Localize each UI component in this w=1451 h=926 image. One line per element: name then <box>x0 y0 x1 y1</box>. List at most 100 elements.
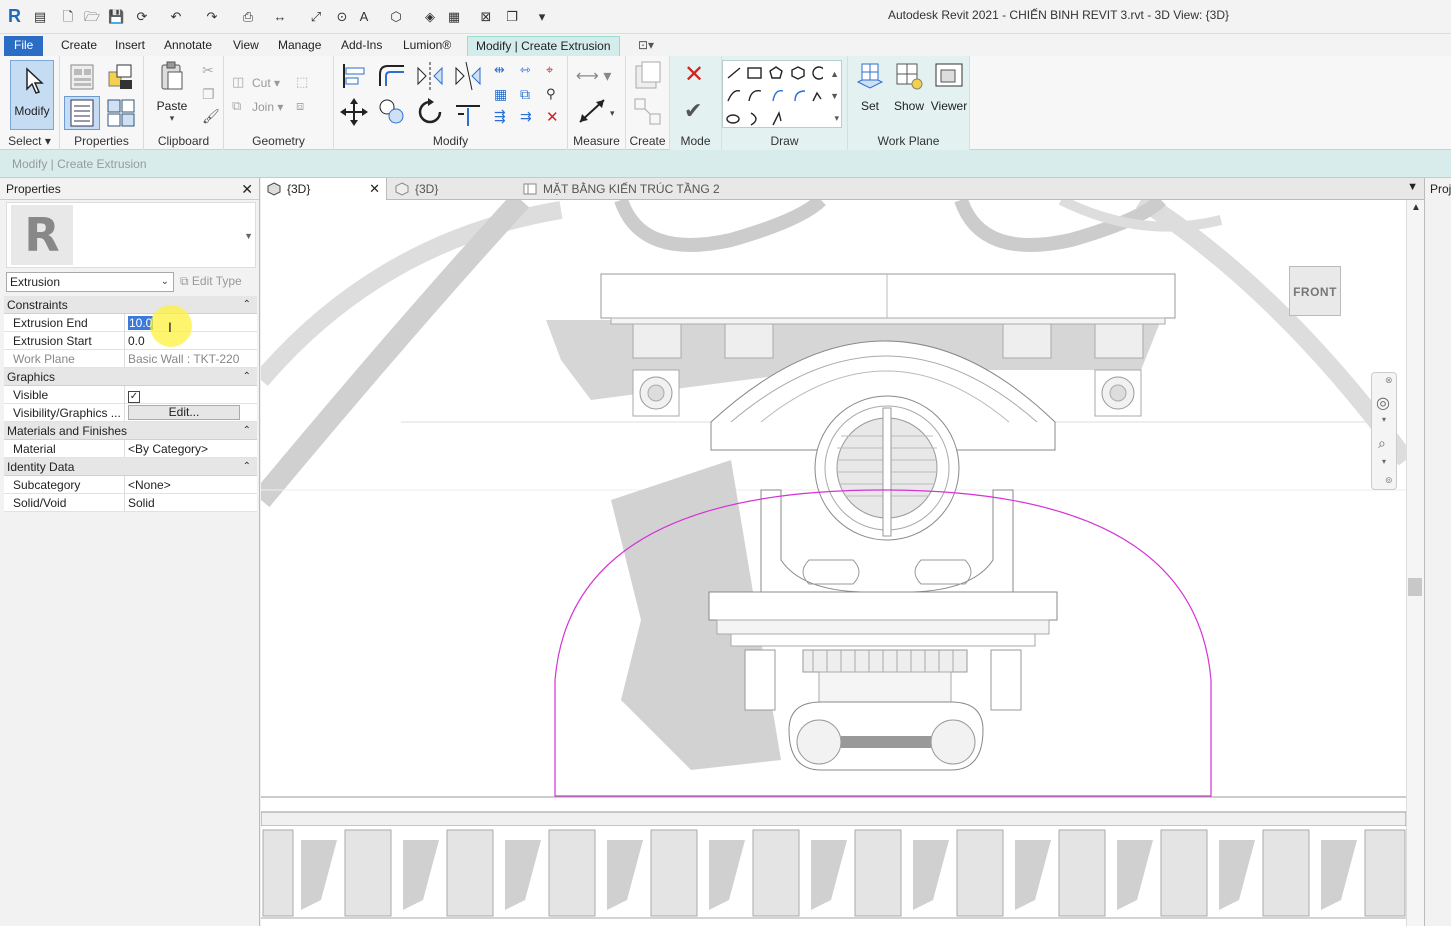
table-row[interactable]: Extrusion End 10.0 <box>4 314 257 332</box>
join-geometry-button[interactable]: Join ▾ <box>252 100 283 114</box>
tab-insert[interactable]: Insert <box>115 36 145 56</box>
visible-checkbox[interactable]: ✓ <box>125 386 257 403</box>
tab-floor-plan[interactable]: MẶT BẰNG KIẾN TRÚC TẦNG 2 <box>517 178 837 200</box>
tab-3d-active[interactable]: {3D} ✕ <box>261 178 387 200</box>
zoom-icon[interactable]: ⌕ <box>1378 435 1386 452</box>
trim-single-icon[interactable]: ⇉ <box>520 108 538 126</box>
table-row[interactable]: Visible ✓ <box>4 386 257 404</box>
tab-3d-secondary[interactable]: {3D} <box>389 178 509 200</box>
properties-icon[interactable] <box>68 62 98 92</box>
open-icon[interactable]: 🗁 <box>84 9 100 25</box>
family-category-button[interactable] <box>64 96 100 130</box>
table-row[interactable]: Visibility/Graphics ... Edit... <box>4 404 257 422</box>
switch-windows-icon[interactable]: ❐ <box>504 9 520 25</box>
sync-icon[interactable]: ⟳ <box>134 9 150 25</box>
join-geometry-icon[interactable]: ⧉ <box>232 98 250 116</box>
edit-type-button[interactable]: ⧉ Edit Type <box>180 274 242 289</box>
gallery-up-icon[interactable]: ▲ <box>830 69 839 79</box>
family-types-icon[interactable] <box>106 98 138 128</box>
group-constraints[interactable]: Constraints ⌃ <box>4 296 257 314</box>
align-icon[interactable] <box>338 60 370 92</box>
checkbox-checked-icon[interactable]: ✓ <box>128 391 140 403</box>
dimension-icon[interactable]: ⤢ <box>308 9 324 25</box>
trim-extend-icon[interactable] <box>452 96 484 128</box>
solid-void-value[interactable]: Solid <box>125 494 257 511</box>
measure-between-icon[interactable]: ⟷ ▾ <box>576 66 616 85</box>
recent-files-icon[interactable]: ▤ <box>32 9 48 25</box>
close-hidden-icon[interactable]: ⊠ <box>478 9 494 25</box>
wheel-dropdown-icon[interactable]: ▾ <box>1382 415 1386 424</box>
print-icon[interactable]: ⎙ <box>240 9 256 25</box>
type-preview[interactable]: R ▼ <box>6 202 256 268</box>
undo-icon[interactable]: ↶ <box>168 9 184 25</box>
mirror-axis-icon[interactable] <box>414 60 446 92</box>
split-element-icon[interactable]: ⇹ <box>494 62 512 80</box>
wall-joins-icon[interactable]: ⬚ <box>296 74 314 92</box>
customize-qat-icon[interactable]: ▾ <box>534 9 550 25</box>
close-navbar-icon[interactable]: ⊗ <box>1385 375 1393 386</box>
cut-geometry-icon[interactable]: ◫ <box>232 74 250 92</box>
drawing-canvas[interactable]: FRONT ⊗ ◎ ▾ ⌕ ▾ ⊚ <box>261 200 1406 926</box>
cancel-edit-mode-icon[interactable]: ✕ <box>684 62 710 88</box>
gallery-more-icon[interactable]: ▾ <box>834 113 839 124</box>
paste-dropdown-icon[interactable]: ▾ <box>154 113 190 124</box>
collapse-icon[interactable]: ⌃ <box>243 368 251 386</box>
scroll-up-icon[interactable]: ▲ <box>1411 202 1421 213</box>
section-icon[interactable]: ◈ <box>422 9 438 25</box>
thin-lines-icon[interactable]: ▦ <box>446 9 462 25</box>
tab-file[interactable]: File <box>4 36 44 56</box>
new-icon[interactable]: 🗋 <box>60 9 76 25</box>
element-filter-select[interactable]: Extrusion ⌄ <box>6 272 174 292</box>
modify-button[interactable]: Modify <box>10 60 54 130</box>
unpin-icon[interactable]: ⌖ <box>546 62 564 80</box>
mirror-draw-axis-icon[interactable] <box>452 60 484 92</box>
finish-edit-mode-icon[interactable]: ✔ <box>684 98 710 124</box>
aligned-dimension-icon[interactable]: ▾ <box>576 96 616 126</box>
match-properties-icon[interactable]: 🖌 <box>202 108 220 126</box>
gallery-down-icon[interactable]: ▼ <box>830 91 839 101</box>
revit-logo-icon[interactable]: R <box>8 6 24 28</box>
table-row[interactable]: Subcategory <None> <box>4 476 257 494</box>
table-row[interactable]: Solid/Void Solid <box>4 494 257 512</box>
trim-multiple-icon[interactable]: ⇶ <box>494 108 512 126</box>
tab-list-dropdown-icon[interactable]: ▼ <box>1407 181 1418 193</box>
set-work-plane-button[interactable]: Set <box>854 60 886 113</box>
tab-lumion[interactable]: Lumion® <box>403 36 451 56</box>
group-graphics[interactable]: Graphics ⌃ <box>4 368 257 386</box>
group-materials[interactable]: Materials and Finishes ⌃ <box>4 422 257 440</box>
offset-icon[interactable] <box>376 60 408 92</box>
draw-tools-icon[interactable] <box>723 61 826 127</box>
type-properties-icon[interactable] <box>106 62 136 92</box>
panel-toggle-icon[interactable]: ⊡▾ <box>638 36 654 56</box>
create-similar-icon[interactable] <box>632 60 664 92</box>
tab-create[interactable]: Create <box>61 36 97 56</box>
project-browser[interactable]: Proj <box>1424 178 1451 926</box>
navbar-options-icon[interactable]: ⊚ <box>1385 475 1393 486</box>
cut-geometry-button[interactable]: Cut ▾ <box>252 76 280 90</box>
tab-modify-create-extrusion[interactable]: Modify | Create Extrusion <box>467 36 620 56</box>
vertical-scrollbar[interactable]: ▲ <box>1406 200 1424 926</box>
copy-icon[interactable]: ❐ <box>202 86 220 104</box>
cut-icon[interactable]: ✂ <box>202 62 220 80</box>
redo-icon[interactable]: ↷ <box>204 9 220 25</box>
tab-manage[interactable]: Manage <box>278 36 321 56</box>
scroll-thumb[interactable] <box>1408 578 1422 596</box>
table-row[interactable]: Extrusion Start 0.0 <box>4 332 257 350</box>
tab-annotate[interactable]: Annotate <box>164 36 212 56</box>
visibility-edit-button[interactable]: Edit... <box>128 405 240 420</box>
close-tab-icon[interactable]: ✕ <box>369 178 380 200</box>
create-group-icon[interactable] <box>632 96 664 128</box>
type-preview-dropdown-icon[interactable]: ▼ <box>244 231 253 241</box>
copy-element-icon[interactable] <box>376 96 408 128</box>
save-icon[interactable]: 💾 <box>108 9 124 25</box>
pin-icon[interactable]: ⚲ <box>546 86 564 104</box>
scale-icon[interactable]: ⧉ <box>520 86 538 104</box>
zoom-dropdown-icon[interactable]: ▾ <box>1382 457 1386 466</box>
text-icon[interactable]: A <box>356 9 372 25</box>
select-panel-label[interactable]: Select ▾ <box>0 134 59 148</box>
collapse-icon[interactable]: ⌃ <box>243 422 251 440</box>
collapse-icon[interactable]: ⌃ <box>243 296 251 314</box>
tag-icon[interactable]: ⊙ <box>334 9 350 25</box>
rotate-icon[interactable] <box>414 96 446 128</box>
close-properties-icon[interactable]: ✕ <box>241 178 253 200</box>
